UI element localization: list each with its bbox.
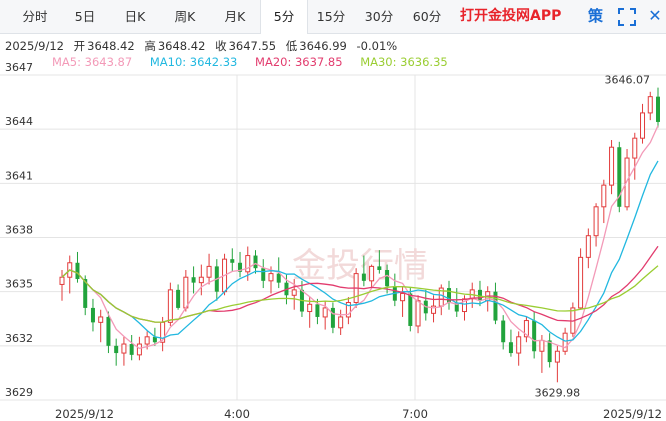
candle-body <box>632 137 638 159</box>
x-tick-label: 2025/9/12 <box>55 407 114 421</box>
annotations: 3646.07 3629.98 <box>535 74 650 400</box>
candle-body <box>338 316 344 329</box>
candle-body <box>400 292 406 302</box>
candle-body <box>547 340 552 363</box>
max-price-label: 3646.07 <box>605 74 651 87</box>
candle-body <box>647 96 653 114</box>
y-tick-label: 3638 <box>5 224 33 237</box>
candle-body <box>501 320 506 343</box>
candle-body <box>136 343 142 356</box>
y-tick-label: 3635 <box>5 278 33 291</box>
candle-body <box>539 339 545 352</box>
candle-body <box>508 342 513 354</box>
candle-body <box>191 277 196 283</box>
candle-body <box>516 336 522 354</box>
candle-body <box>268 273 274 282</box>
candle-body <box>114 345 119 354</box>
candle-body <box>245 255 251 273</box>
candle-body <box>90 307 95 323</box>
candle-body <box>59 276 65 285</box>
candle-body <box>593 206 599 237</box>
candle-body <box>230 259 235 263</box>
candle-body <box>253 255 258 269</box>
candle-body <box>167 289 173 323</box>
candle-body <box>609 146 615 186</box>
y-tick-label: 3632 <box>5 332 33 345</box>
candle-body <box>330 307 335 328</box>
candles <box>59 87 660 383</box>
candle-body <box>408 293 413 326</box>
candle-body <box>121 343 127 354</box>
candle-body <box>562 332 568 352</box>
min-price-label: 3629.98 <box>535 386 581 399</box>
candle-body <box>183 276 189 309</box>
candle-body <box>307 303 313 313</box>
candle-body <box>129 344 134 355</box>
candlestick-chart: 金投行情 3629 3632 3635 3638 3641 3644 3647 2025/9… <box>0 61 666 421</box>
candle-body <box>276 273 281 283</box>
y-axis-labels: 3629 3632 3635 3638 3641 3644 3647 <box>5 61 33 399</box>
candle-body <box>291 289 297 296</box>
candle-body <box>75 262 80 280</box>
candle-body <box>585 235 591 258</box>
candle-body <box>578 256 584 309</box>
x-tick-label: 2025/9/12 <box>603 407 662 421</box>
candle-body <box>377 266 382 270</box>
candle-body <box>640 112 646 139</box>
x-tick-label: 7:00 <box>402 407 428 421</box>
candle-body <box>415 300 421 327</box>
candle-body <box>144 336 150 345</box>
candle-body <box>554 350 560 363</box>
candle-body <box>176 289 181 308</box>
candle-body <box>261 268 266 281</box>
candle-body <box>315 304 320 317</box>
candle-body <box>656 96 660 122</box>
candle-body <box>369 265 375 282</box>
candle-body <box>532 320 537 352</box>
x-axis-labels: 2025/9/12 4:00 7:00 2025/9/12 <box>55 407 662 421</box>
candle-body <box>361 273 366 281</box>
candle-body <box>206 265 212 278</box>
candle-body <box>106 316 111 346</box>
candle-body <box>601 184 607 208</box>
candle-body <box>198 276 204 284</box>
y-tick-label: 3647 <box>5 61 33 74</box>
x-tick-label: 4:00 <box>224 407 250 421</box>
candle-body <box>322 307 328 318</box>
candle-body <box>98 316 104 323</box>
y-tick-label: 3644 <box>5 115 33 128</box>
y-tick-label: 3641 <box>5 169 33 182</box>
watermark-text: 金投行情 <box>292 246 428 286</box>
y-tick-label: 3629 <box>5 386 33 399</box>
candle-body <box>385 270 390 287</box>
